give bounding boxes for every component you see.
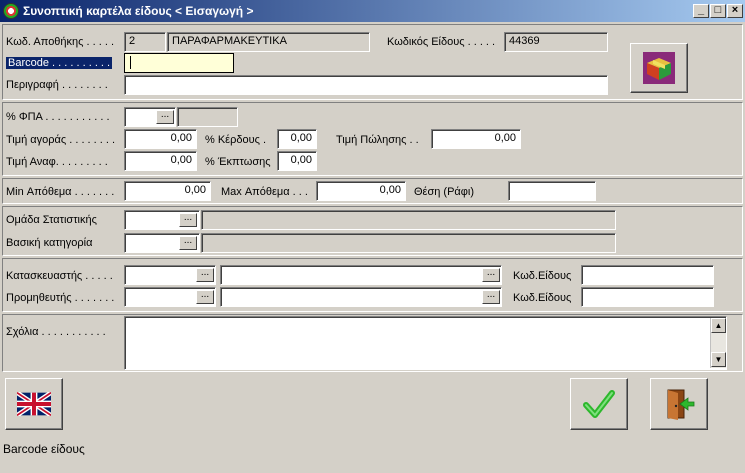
stat-group-description-field [201,210,616,230]
close-button[interactable]: × [727,4,743,18]
checkmark-icon [583,390,615,418]
package-icon [643,52,675,84]
scroll-up-button[interactable]: ▲ [711,318,726,333]
discount-label: % Έκπτωσης [205,156,271,168]
sale-price-label: Τιμή Πώλησης . . [336,134,419,146]
base-category-label: Βασική κατηγορία [6,237,93,249]
minimize-button[interactable]: _ [693,4,709,18]
min-stock-label: Min Απόθεμα . . . . . . . [6,186,115,198]
profit-label: % Κέρδους . [205,134,267,146]
manufacturer-name-lookup-button[interactable]: ... [482,268,500,282]
shelf-label: Θέση (Ράφι) [414,186,475,198]
purchase-price-input[interactable]: 0,00 [124,129,197,149]
manufacturer-code-lookup-button[interactable]: ... [196,268,214,282]
text-cursor [130,56,131,69]
base-category-lookup-button[interactable]: ... [179,236,197,250]
item-code-label: Κωδικός Είδους . . . . . [387,36,496,48]
item-image-button[interactable] [630,43,688,93]
purchase-price-label: Τιμή αγοράς . . . . . . . . [6,134,116,146]
language-button[interactable] [5,378,63,430]
supplier-item-code-input[interactable] [581,287,714,307]
supplier-name-lookup-button[interactable]: ... [482,290,500,304]
title-bar: Συνοπτική καρτέλα είδους < Εισαγωγή > _ … [0,0,745,22]
max-stock-input[interactable]: 0,00 [316,181,406,201]
max-stock-label: Max Απόθεμα . . . [221,186,308,198]
supplier-label: Προμηθευτής . . . . . . . [6,292,115,304]
barcode-label: Barcode . . . . . . . . . . [6,57,113,69]
comments-label: Σχόλια . . . . . . . . . . . [6,326,106,338]
profit-input[interactable]: 0,00 [277,129,317,149]
supplier-name-input[interactable] [220,287,502,307]
barcode-input[interactable] [124,53,234,73]
item-code-field: 44369 [504,32,608,52]
manufacturer-label: Κατασκευαστής . . . . . [6,270,113,282]
vat-label: % ΦΠΑ . . . . . . . . . . . [6,111,110,123]
manufacturer-item-code-input[interactable] [581,265,714,285]
stat-group-label: Ομάδα Στατιστικής [6,214,97,226]
maximize-button[interactable]: □ [710,4,726,18]
manufacturer-name-input[interactable] [220,265,502,285]
window-title: Συνοπτική καρτέλα είδους < Εισαγωγή > [23,4,254,18]
supplier-item-code-label: Κωδ.Είδους [513,292,572,304]
supplier-code-lookup-button[interactable]: ... [196,290,214,304]
vat-lookup-button[interactable]: ... [156,110,174,124]
comments-scrollbar[interactable]: ▲ ▼ [710,318,726,368]
app-icon[interactable] [3,3,19,19]
description-label: Περιγραφή . . . . . . . . [6,79,108,91]
exit-button[interactable] [650,378,708,430]
base-category-description-field [201,233,616,253]
uk-flag-icon [17,392,51,416]
discount-input[interactable]: 0,00 [277,151,317,171]
warehouse-name-field: ΠΑΡΑΦΑΡΜΑΚΕΥΤΙΚΑ [167,32,370,52]
warehouse-code-field: 2 [124,32,166,52]
stat-group-lookup-button[interactable]: ... [179,213,197,227]
ref-price-label: Τιμή Αναφ. . . . . . . . . [6,156,108,168]
warehouse-code-label: Κωδ. Αποθήκης . . . . . [6,36,115,48]
scroll-down-button[interactable]: ▼ [711,352,726,367]
description-input[interactable] [124,75,608,95]
exit-door-icon [667,389,695,420]
sale-price-input[interactable]: 0,00 [431,129,521,149]
manufacturer-item-code-label: Κωδ.Είδους [513,270,572,282]
min-stock-input[interactable]: 0,00 [124,181,211,201]
vat-description-field [177,107,238,127]
ref-price-input[interactable]: 0,00 [124,151,197,171]
shelf-input[interactable] [508,181,596,201]
comments-textarea[interactable] [124,316,727,370]
ok-button[interactable] [570,378,628,430]
status-text: Barcode είδους [3,442,85,456]
